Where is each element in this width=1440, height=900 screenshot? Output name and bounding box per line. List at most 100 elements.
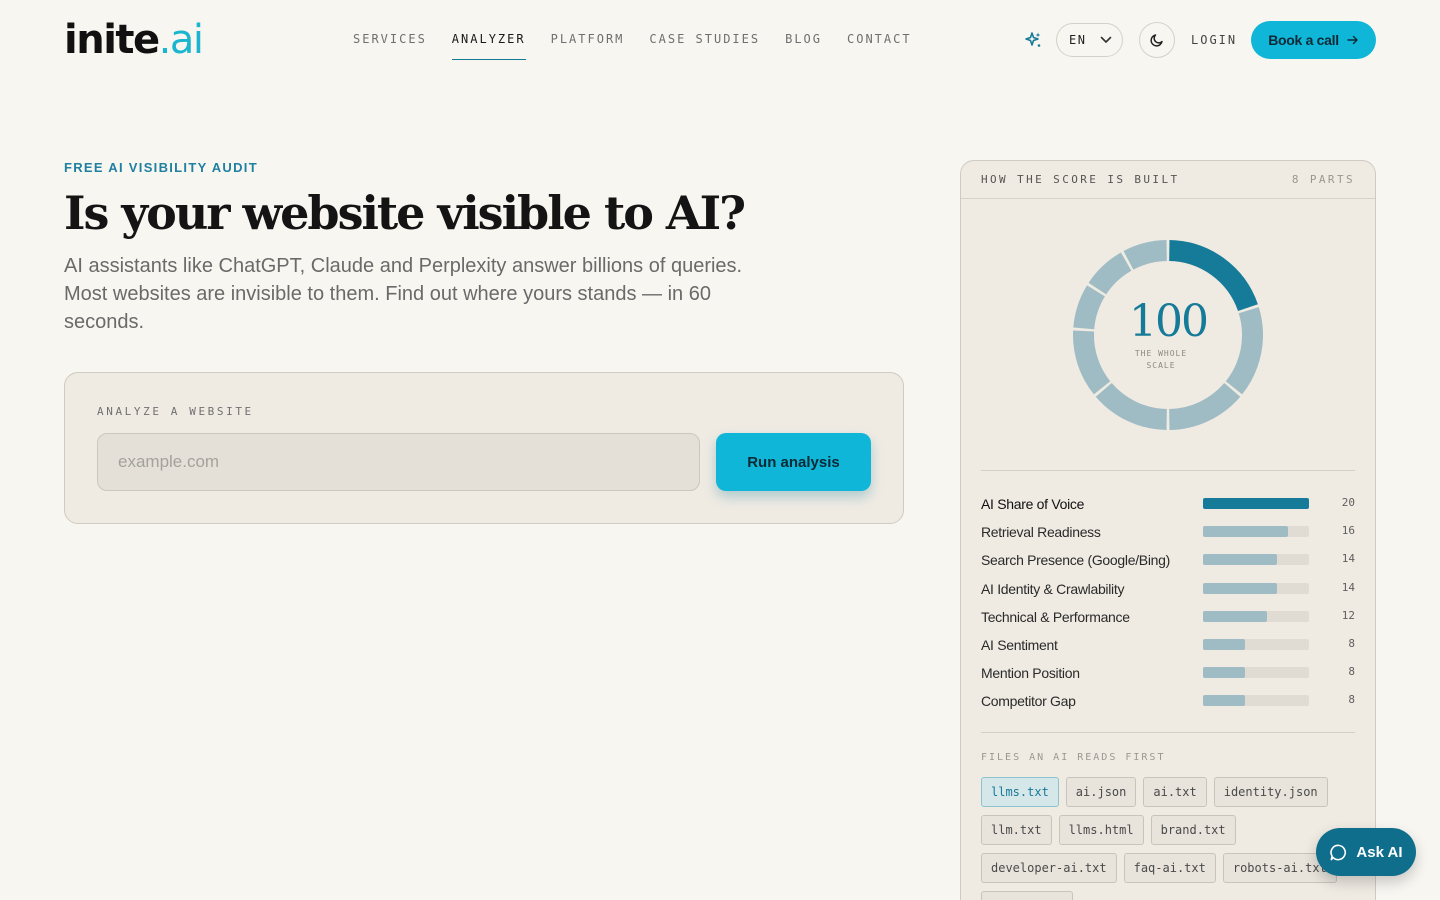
language-selector[interactable]: EN bbox=[1056, 23, 1123, 57]
run-analysis-button[interactable]: Run analysis bbox=[716, 433, 871, 491]
score-part-label: Competitor Gap bbox=[981, 693, 1076, 710]
score-part-bar-fill bbox=[1203, 582, 1278, 594]
files-title: FILES AN AI READS FIRST bbox=[981, 752, 1166, 763]
sparkle-icon[interactable] bbox=[1024, 31, 1042, 49]
score-part-row: Mention Position 8 bbox=[981, 660, 1355, 688]
score-part-bar bbox=[1203, 554, 1309, 566]
chat-bubble-icon bbox=[1330, 844, 1347, 860]
score-part-row: Retrieval Readiness 16 bbox=[981, 519, 1355, 547]
ask-ai-label: Ask AI bbox=[1356, 843, 1403, 861]
moon-icon bbox=[1150, 34, 1163, 47]
score-part-value: 14 bbox=[1341, 580, 1355, 594]
ai-file-chip[interactable]: brand.txt bbox=[1150, 815, 1236, 845]
score-part-bar-fill bbox=[1203, 695, 1246, 707]
panel-header: HOW THE SCORE IS BUILT 8 PARTS bbox=[961, 161, 1375, 199]
score-part-bar-fill bbox=[1203, 638, 1246, 650]
score-part-bar-fill bbox=[1203, 610, 1267, 622]
ai-file-chip[interactable]: ai.txt bbox=[1143, 777, 1207, 807]
ai-file-chip[interactable]: llms.txt bbox=[981, 777, 1059, 807]
top-navigation: inite.ai SERVICES ANALYZER PLATFORM CASE… bbox=[0, 0, 1440, 80]
donut-segment bbox=[1168, 382, 1241, 430]
chevron-down-icon bbox=[1101, 36, 1112, 43]
score-part-row: Technical & Performance 12 bbox=[981, 604, 1355, 632]
total-score-caption: THE WHOLE SCALE bbox=[1121, 348, 1201, 372]
hero-description: AI assistants like ChatGPT, Claude and P… bbox=[64, 255, 743, 333]
ai-file-chip[interactable]: identity.json bbox=[1213, 777, 1328, 807]
score-part-value: 8 bbox=[1348, 665, 1355, 679]
donut-segment bbox=[1073, 285, 1106, 330]
ai-file-chip[interactable]: ai.json bbox=[1065, 777, 1137, 807]
page-title: Is your website visible to AI? bbox=[64, 186, 746, 240]
theme-toggle-button[interactable] bbox=[1139, 22, 1175, 58]
total-score: 100 bbox=[1129, 296, 1209, 347]
score-part-bar bbox=[1203, 526, 1309, 538]
nav-link-platform[interactable]: PLATFORM bbox=[551, 31, 625, 47]
analyzer-label: ANALYZE A WEBSITE bbox=[97, 405, 254, 418]
donut-segment bbox=[1123, 240, 1168, 270]
score-part-value: 16 bbox=[1341, 524, 1355, 538]
score-parts-list: AI Share of Voice 20 Retrieval Readiness 16… bbox=[981, 491, 1355, 717]
score-part-label: AI Share of Voice bbox=[981, 496, 1085, 512]
divider bbox=[981, 470, 1355, 471]
score-part-bar bbox=[1203, 582, 1309, 594]
score-part-row: AI Sentiment 8 bbox=[981, 632, 1355, 660]
login-link[interactable]: LOGIN bbox=[1191, 32, 1237, 48]
ai-file-chip[interactable]: developer-ai.txt bbox=[981, 853, 1117, 883]
hero-eyebrow: FREE AI VISIBILITY AUDIT bbox=[64, 160, 258, 175]
nav-link-blog[interactable]: BLOG bbox=[785, 31, 822, 47]
score-part-value: 12 bbox=[1341, 608, 1355, 622]
nav-link-contact[interactable]: CONTACT bbox=[847, 31, 912, 47]
logo-wordmark: inite bbox=[64, 17, 160, 63]
analyzer-card: ANALYZE A WEBSITE Run analysis bbox=[64, 372, 904, 524]
caption-line-1: THE WHOLE bbox=[1134, 349, 1188, 358]
score-part-value: 8 bbox=[1348, 693, 1355, 707]
donut-segment bbox=[1225, 307, 1263, 395]
main-menu: SERVICES ANALYZER PLATFORM CASE STUDIES … bbox=[353, 31, 912, 60]
donut-segment bbox=[1088, 252, 1132, 295]
score-part-bar bbox=[1203, 667, 1309, 679]
ai-file-chip[interactable]: faq-ai.txt bbox=[1123, 853, 1216, 883]
score-part-bar bbox=[1203, 498, 1309, 509]
score-part-label: Technical & Performance bbox=[981, 608, 1130, 625]
nav-link-analyzer[interactable]: ANALYZER bbox=[451, 31, 526, 60]
ai-file-chip[interactable]: llm.txt bbox=[981, 815, 1052, 845]
logo-accent: .ai bbox=[158, 17, 204, 63]
score-part-value: 8 bbox=[1348, 636, 1355, 650]
score-part-value: 20 bbox=[1341, 496, 1355, 509]
caption-line-2: SCALE bbox=[1146, 361, 1176, 370]
score-breakdown-panel: HOW THE SCORE IS BUILT 8 PARTS 100 THE W… bbox=[960, 160, 1376, 900]
score-part-label: Retrieval Readiness bbox=[981, 524, 1101, 541]
arrow-right-icon bbox=[1347, 35, 1358, 45]
book-call-label: Book a call bbox=[1268, 32, 1339, 48]
score-part-bar bbox=[1203, 610, 1309, 622]
score-part-bar-fill bbox=[1203, 554, 1278, 566]
score-part-row: Search Presence (Google/Bing) 14 bbox=[981, 547, 1355, 575]
score-part-bar-fill bbox=[1203, 526, 1288, 538]
ai-files-list: llms.txt ai.json ai.txt identity.json llm.tx… bbox=[981, 777, 1361, 900]
website-url-input[interactable] bbox=[97, 433, 700, 491]
brand-logo[interactable]: inite.ai bbox=[64, 17, 204, 63]
score-part-bar bbox=[1203, 695, 1309, 707]
divider bbox=[981, 732, 1355, 733]
score-part-row: Competitor Gap 8 bbox=[981, 688, 1355, 716]
book-call-button[interactable]: Book a call bbox=[1251, 21, 1376, 59]
score-part-bar bbox=[1203, 638, 1309, 650]
score-part-bar-fill bbox=[1203, 498, 1309, 509]
donut-segment bbox=[1073, 330, 1111, 395]
language-code: EN bbox=[1069, 33, 1087, 47]
parts-count: 8 PARTS bbox=[1291, 173, 1355, 186]
score-part-label: Mention Position bbox=[981, 665, 1080, 682]
ai-file-chip[interactable]: llms.html bbox=[1058, 815, 1144, 845]
nav-link-case-studies[interactable]: CASE STUDIES bbox=[649, 31, 760, 47]
score-part-label: AI Identity & Crawlability bbox=[981, 580, 1125, 597]
ai-file-chip[interactable] bbox=[981, 891, 1073, 900]
score-part-value: 14 bbox=[1341, 552, 1355, 566]
score-part-row: AI Identity & Crawlability 14 bbox=[981, 576, 1355, 604]
score-part-bar-fill bbox=[1203, 667, 1246, 679]
nav-link-services[interactable]: SERVICES bbox=[353, 31, 427, 47]
score-part-row: AI Share of Voice 20 bbox=[981, 491, 1355, 519]
ask-ai-button[interactable]: Ask AI bbox=[1316, 828, 1416, 876]
donut-segment bbox=[1095, 382, 1168, 430]
panel-title: HOW THE SCORE IS BUILT bbox=[981, 173, 1180, 186]
score-part-label: Search Presence (Google/Bing) bbox=[981, 552, 1170, 569]
